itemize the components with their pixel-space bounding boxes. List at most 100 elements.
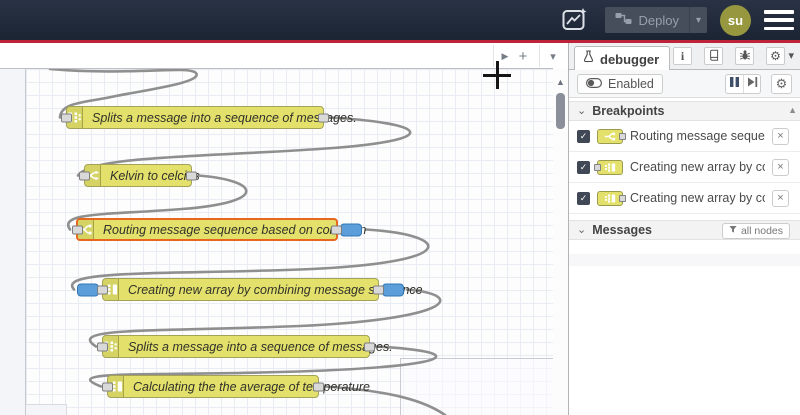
close-icon: ×	[777, 129, 784, 142]
flask-icon	[583, 50, 594, 68]
debugger-toolbar: Enabled ⚙	[569, 70, 800, 98]
input-port[interactable]	[102, 382, 113, 391]
export-chart-button[interactable]	[558, 5, 592, 35]
toggle-on-icon	[586, 77, 603, 91]
deploy-nodes-icon	[615, 11, 632, 30]
scroll-up-icon[interactable]: ▲	[553, 77, 568, 87]
breakpoint-row[interactable]: ✓ Creating new array by combining messag…	[569, 152, 800, 183]
gear-icon: ⚙	[775, 76, 788, 91]
breakpoint-marker[interactable]	[382, 283, 404, 296]
info-tab-button[interactable]: i	[673, 47, 692, 65]
debug-tab-button[interactable]	[735, 47, 754, 65]
breakpoint-row[interactable]: ✓ Routing message sequence based on cond…	[569, 121, 800, 152]
breakpoint-label: Creating new array by combining message …	[630, 191, 765, 205]
canvas-vertical-scrollbar[interactable]: ▲	[553, 69, 568, 415]
close-icon: ×	[777, 191, 784, 204]
breakpoint-checkbox[interactable]: ✓	[577, 160, 590, 174]
book-icon	[708, 49, 720, 64]
sidebar-tab-bar: debugger i ⚙ ▾	[569, 43, 800, 71]
input-port[interactable]	[61, 113, 72, 122]
node-label: Splits a message into a sequence of mess…	[128, 339, 393, 354]
chevron-down-icon: ⌄	[577, 224, 587, 236]
node-join-array[interactable]: Creating new array by combining message …	[77, 278, 423, 301]
breakpoints-section-header[interactable]: ⌄ Breakpoints	[569, 101, 800, 121]
section-title: Messages	[592, 223, 652, 237]
pause-step-controls	[725, 74, 761, 94]
step-icon	[747, 75, 758, 93]
message-filter-button[interactable]: all nodes	[721, 223, 790, 239]
node-red-window: Deploy ▾ su ▶ + ▾ Splits a message into …	[0, 0, 800, 415]
node-join-average[interactable]: Calculating the the average of temperatu…	[102, 375, 370, 398]
flow-list-button[interactable]: ▾	[544, 43, 562, 69]
hamburger-menu-icon	[764, 10, 794, 14]
enabled-label: Enabled	[608, 77, 654, 91]
breakpoint-marker[interactable]	[340, 223, 362, 236]
tab-label: debugger	[600, 51, 660, 67]
check-icon: ✓	[579, 130, 588, 141]
debugger-enabled-toggle[interactable]: Enabled	[577, 74, 663, 94]
funnel-icon	[729, 225, 737, 237]
breakpoint-label: Creating new array by combining message …	[630, 160, 765, 174]
remove-breakpoint-button[interactable]: ×	[772, 189, 789, 207]
flow-tab-bar: ▶ + ▾	[0, 43, 556, 69]
user-avatar[interactable]: su	[720, 4, 751, 36]
sidebar-options-button[interactable]: ▾	[788, 49, 794, 62]
tab-debugger[interactable]: debugger	[574, 46, 670, 71]
mini-switch-node-icon	[597, 128, 626, 144]
remove-breakpoint-button[interactable]: ×	[772, 127, 789, 145]
tab-scroll-right-button[interactable]: ▶	[497, 43, 513, 69]
bug-icon	[739, 49, 751, 64]
breakpoint-marker[interactable]	[77, 283, 99, 296]
breakpoint-label: Routing message sequence based on condit…	[630, 129, 765, 143]
output-port[interactable]	[331, 225, 342, 234]
pause-icon	[729, 75, 740, 93]
info-icon: i	[680, 48, 685, 63]
input-port[interactable]	[97, 285, 108, 294]
section-title: Breakpoints	[592, 104, 665, 118]
node-label: Calculating the the average of temperatu…	[133, 379, 370, 394]
breakpoint-checkbox[interactable]: ✓	[577, 129, 590, 143]
plus-icon: +	[518, 47, 528, 65]
output-port[interactable]	[313, 382, 324, 391]
output-port[interactable]	[186, 171, 197, 180]
remove-breakpoint-button[interactable]: ×	[772, 158, 789, 176]
deploy-label: Deploy	[638, 12, 679, 28]
filter-label: all nodes	[740, 225, 783, 237]
chevron-down-icon: ▾	[550, 50, 556, 63]
gear-icon: ⚙	[770, 49, 781, 63]
export-chart-icon	[562, 7, 588, 34]
scrollbar-thumb[interactable]	[556, 93, 565, 129]
messages-section-header[interactable]: ⌄ Messages all nodes	[569, 220, 800, 240]
messages-empty-area	[569, 254, 800, 266]
close-icon: ×	[777, 160, 784, 173]
add-flow-button[interactable]: +	[514, 43, 532, 69]
input-port[interactable]	[79, 171, 90, 180]
input-port[interactable]	[97, 342, 108, 351]
play-icon: ▶	[501, 50, 509, 61]
node-change-kelvin[interactable]: Kelvin to celcius	[79, 164, 200, 187]
output-port[interactable]	[373, 285, 384, 294]
config-tab-button[interactable]: ⚙	[766, 47, 785, 65]
node-switch-routing[interactable]: Routing message sequence based on condit…	[72, 218, 366, 241]
input-port[interactable]	[72, 225, 83, 234]
output-port[interactable]	[364, 342, 375, 351]
main-menu-button[interactable]	[764, 10, 794, 30]
node-split-2[interactable]: Splits a message into a sequence of mess…	[97, 335, 393, 358]
check-icon: ✓	[579, 161, 588, 172]
deploy-options-button[interactable]: ▾	[689, 7, 707, 33]
debugger-settings-button[interactable]: ⚙	[771, 74, 792, 94]
pause-button[interactable]	[726, 75, 743, 93]
breakpoint-checkbox[interactable]: ✓	[577, 191, 590, 205]
output-port[interactable]	[318, 113, 329, 122]
sidebar-scroll-up-icon[interactable]: ▲	[788, 105, 797, 115]
deploy-button[interactable]: Deploy ▾	[604, 7, 707, 33]
chevron-down-icon: ▾	[695, 14, 702, 26]
check-icon: ✓	[579, 192, 588, 203]
flow-canvas[interactable]: Splits a message into a sequence of mess…	[0, 69, 553, 415]
breakpoint-row[interactable]: ✓ Creating new array by combining messag…	[569, 183, 800, 214]
node-split-1[interactable]: Splits a message into a sequence of mess…	[61, 106, 357, 129]
chevron-down-icon: ▾	[788, 50, 794, 62]
step-button[interactable]	[743, 75, 760, 93]
workspace-area: ▶ + ▾ Splits a message into a sequence o…	[0, 43, 568, 415]
help-tab-button[interactable]	[704, 47, 723, 65]
